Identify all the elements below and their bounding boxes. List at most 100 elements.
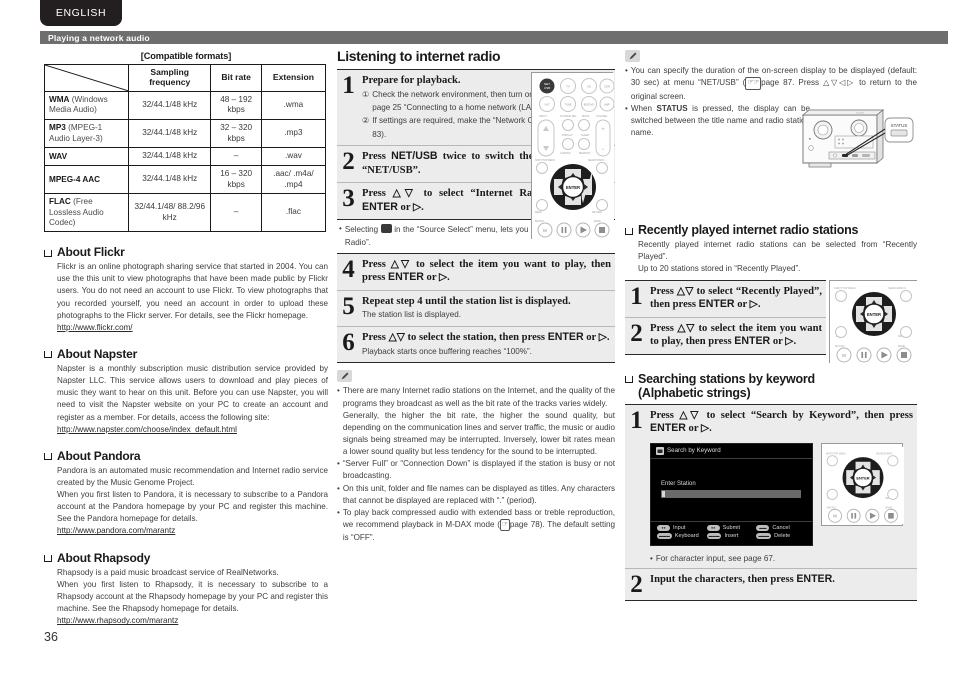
about-flickr-body: Flickr is an online photograph sharing s…	[44, 261, 328, 334]
svg-text:USB: USB	[544, 86, 550, 90]
language-tab: ENGLISH	[40, 0, 122, 26]
svg-text:TUNE: TUNE	[564, 103, 572, 107]
substep-1-page: page 25	[372, 102, 402, 112]
text-caret	[662, 490, 665, 497]
updown-arrow-icon: △▽	[390, 257, 412, 270]
step-5-sub: The station list is displayed.	[362, 310, 461, 320]
status-callout-label: STATUS	[891, 123, 908, 128]
recently-played-heading-text: Recently played internet radio stations	[638, 223, 859, 238]
svg-text:CDR: CDR	[604, 85, 610, 89]
svg-text:MACRO: MACRO	[835, 344, 845, 348]
char-input-note-text: For character input, see page 67.	[655, 553, 776, 563]
table-caption: [Compatible formats]	[140, 51, 232, 61]
napster-link[interactable]: http://www.napster.com/choose/index_defa…	[57, 424, 237, 436]
cursor-pad-svg: SHIFT/TOP MENU SEARCH/INFO ENTER MACRO B…	[830, 280, 918, 364]
recently-played-text-2: Up to 20 stations stored in “Recently Pl…	[638, 264, 801, 274]
recently-played-heading: Recently played internet radio stations	[625, 223, 917, 237]
osd-key-submit: ●● Submit	[706, 524, 757, 531]
rp-step-2-e: or ▷.	[770, 336, 797, 348]
step-6-text-c: to select the station, then press	[404, 332, 548, 344]
step-content: Repeat step 4 until the station list is …	[362, 295, 611, 321]
osd-note-1: • You can specify the duration of the on…	[625, 66, 917, 101]
internet-radio-steps-2: 4 Press △▽ to select the item you want t…	[337, 253, 615, 364]
char-input-bullet: • For character input, see page 67.	[650, 553, 913, 565]
rhapsody-link[interactable]: http://www.rhapsody.com/marantz	[57, 615, 178, 627]
cell-bitrate: –	[210, 193, 262, 233]
sk-step-2: 2 Input the characters, then press ENTER…	[625, 568, 917, 602]
pandora-link[interactable]: http://www.pandora.com/marantz	[57, 525, 175, 537]
table-row: WMA (Windows Media Audio) 32/44.1/48 kHz 4…	[44, 90, 327, 121]
rp-step-1: 1 Press △▽ to select “Recently Played”, …	[625, 280, 826, 318]
step-6-sub: Playback starts once buffering reaches “…	[362, 346, 532, 356]
square-bullet-icon	[625, 375, 633, 383]
svg-text:marantz: marantz	[856, 111, 864, 114]
osd-note-1-page: page 87	[761, 78, 793, 88]
osd-key-row-1: ●● Input ●● Submit ▬▬ Cancel	[657, 524, 806, 531]
sk-step-1-e: or ▷.	[685, 423, 712, 435]
enter-key-label: ENTER	[650, 422, 686, 435]
step-number: 1	[630, 282, 643, 310]
svg-text:TV: TV	[566, 85, 570, 89]
cell-format: MP3 (MPEG-1 Audio Layer-3)	[44, 119, 129, 149]
square-bullet-icon	[625, 227, 633, 235]
cell-bitrate: 16 – 320 kbps	[210, 165, 262, 195]
note-item-1: • There are many Internet radio stations…	[337, 386, 615, 457]
pencil-glyph	[629, 52, 636, 60]
about-rhapsody-text-1: Rhapsody is a paid music broadcast servi…	[57, 567, 279, 577]
flickr-link[interactable]: http://www.flickr.com/	[57, 322, 133, 334]
search-by-keyword-osd: Search by Keyword Enter Station ●●Input	[650, 442, 813, 546]
page-ref-icon: ☞	[500, 518, 510, 532]
about-napster-heading: About Napster	[44, 347, 328, 361]
bullet: •	[339, 224, 342, 234]
circled-2-icon: ②	[362, 116, 370, 126]
sk-char-input-note-row: • For character input, see page 67.	[625, 550, 917, 569]
svg-text:BAND: BAND	[594, 220, 601, 223]
about-napster-heading-text: About Napster	[57, 346, 138, 361]
svg-text:BD/DVD: BD/DVD	[584, 103, 595, 107]
search-keyword-heading: Searching stations by keyword (Alphabeti…	[625, 372, 917, 400]
search-keyword-heading-text: Searching stations by keyword (Alphabeti…	[638, 372, 815, 400]
cell-sampling: 32/44.1/48 kHz	[127, 165, 212, 195]
svg-text:+: +	[601, 127, 605, 133]
osd-key-legend: ●● Input ●● Submit ▬▬ Cancel ▬▬▬ Keyboard ▬▬…	[651, 520, 812, 545]
receiver-svg: marantz STATUS	[801, 109, 914, 168]
note-item-2: • “Server Full” or “Connection Down” is d…	[337, 458, 615, 482]
square-bullet-icon	[44, 351, 52, 359]
updown-arrow-icon: △▽	[388, 331, 405, 344]
key-cap-icon: ●●	[657, 524, 670, 531]
cell-extension: .wav	[260, 147, 327, 167]
key-cap-icon: ▬▬▬	[706, 532, 722, 539]
svg-text:SOURCE SEL: SOURCE SEL	[560, 114, 577, 118]
about-pandora-heading: About Pandora	[44, 449, 328, 463]
right-column: • You can specify the duration of the on…	[625, 48, 918, 602]
step-4-title: Press △▽ to select the item you want to …	[362, 258, 611, 285]
step-number-spacer	[627, 553, 646, 554]
key-label: Submit	[722, 524, 741, 531]
osd-text-input[interactable]	[661, 489, 801, 498]
enter-key-label: ENTER	[734, 335, 771, 348]
osd-key-cancel: ▬▬ Cancel	[756, 524, 806, 531]
pencil-glyph	[341, 372, 348, 380]
recently-played-text-1: Recently played internet radio stations …	[638, 240, 917, 262]
key-cap-icon: ▬▬	[756, 524, 770, 531]
svg-text:SHIFT/TOP MENU: SHIFT/TOP MENU	[826, 452, 846, 455]
remote-control-illustration: NET USB TV CD CDR SAT TUNE BD/DVD AMP IN…	[531, 72, 614, 240]
left-column: [Compatible formats] Sampling frequency …	[44, 48, 328, 627]
status-key-label: STATUS	[656, 103, 688, 113]
step-content: Press △▽ to select the item you want to …	[362, 258, 611, 285]
step-number: 5	[342, 292, 355, 320]
rp-step-1-e: or ▷.	[734, 299, 761, 311]
svg-text:MACRO: MACRO	[535, 220, 544, 223]
remote-control-svg: NET USB TV CD CDR SAT TUNE BD/DVD AMP IN…	[532, 73, 614, 240]
updown-arrow-icon: △▽	[676, 284, 694, 297]
recently-played-steps: 1 Press △▽ to select “Recently Played”, …	[625, 279, 826, 363]
updown-arrow-icon: △▽	[679, 408, 702, 421]
middle-column: Listening to internet radio 1 Prepare fo…	[337, 48, 615, 545]
cell-format: MPEG-4 AAC	[44, 165, 129, 195]
svg-text:SAT: SAT	[544, 103, 550, 107]
svg-text:SEARCH/INFO: SEARCH/INFO	[888, 286, 906, 290]
svg-text:MUTE: MUTE	[582, 114, 590, 118]
svg-text:M: M	[833, 513, 837, 518]
osd-key-input: ●● Input	[657, 524, 707, 531]
substep-1-text-b: “Connecting to a home network (LAN)”).	[401, 102, 548, 112]
